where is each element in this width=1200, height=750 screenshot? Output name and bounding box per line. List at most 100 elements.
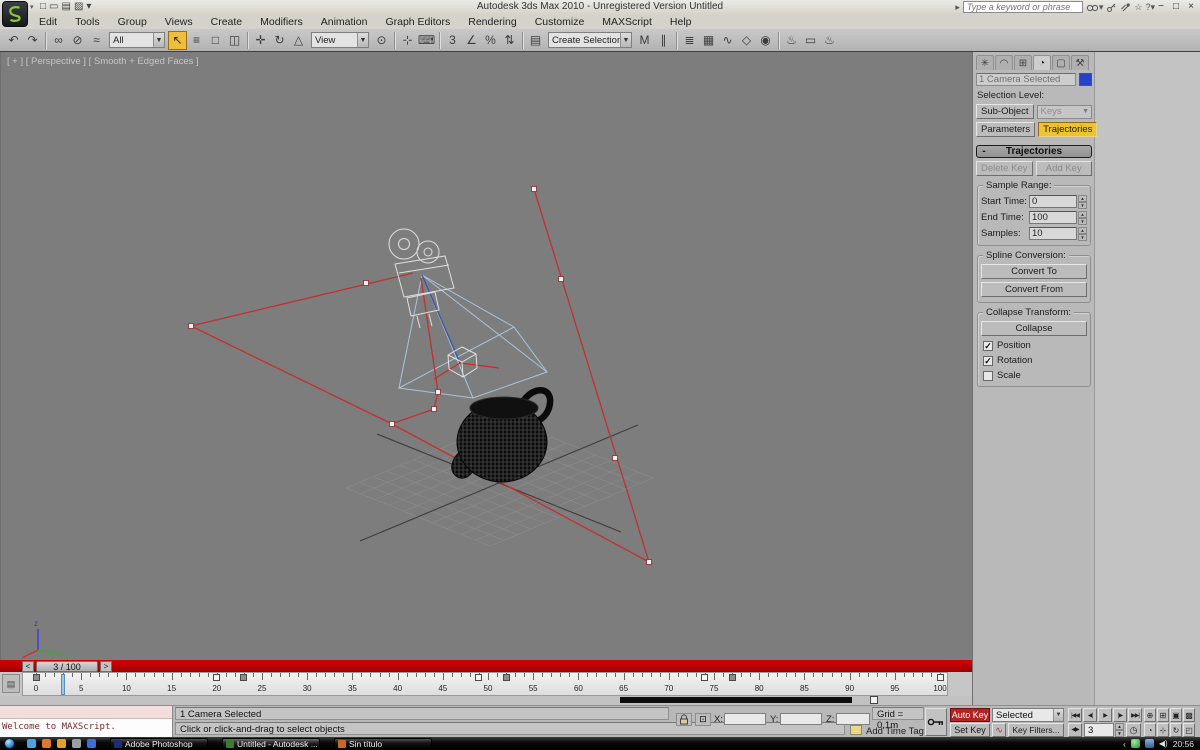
unlink-selection-button[interactable]: ⊘ bbox=[68, 31, 87, 50]
timeline-key-frame-20[interactable] bbox=[213, 674, 221, 681]
spinner-down-icon[interactable]: ▼ bbox=[1078, 202, 1087, 209]
select-by-name-button[interactable]: ≡ bbox=[187, 31, 206, 50]
zoom-extents-all-button[interactable]: ▩ bbox=[1183, 708, 1195, 722]
restore-button[interactable]: □ bbox=[1171, 1, 1181, 12]
named-selection-sets-dropdown[interactable]: Create Selection Se▼ bbox=[548, 32, 632, 48]
start-button[interactable] bbox=[4, 738, 15, 749]
timeline-key-frame-100[interactable] bbox=[936, 674, 944, 681]
selection-set-filter-dropdown[interactable]: Selected ▼ bbox=[992, 708, 1064, 722]
spinner-snap-toggle[interactable]: ⇅ bbox=[500, 31, 519, 50]
zoom-button[interactable]: ⊕ bbox=[1144, 708, 1156, 722]
messenger-icon[interactable] bbox=[87, 739, 96, 748]
sign-in-key-icon[interactable] bbox=[1106, 2, 1117, 13]
spinner-up-icon[interactable]: ▲ bbox=[1078, 211, 1087, 218]
rendered-frame-window-button[interactable]: ▭ bbox=[801, 31, 820, 50]
taskbar-task-adobe-photoshop[interactable]: Adobe Photoshop bbox=[110, 738, 208, 749]
zoom-all-button[interactable]: ⊞ bbox=[1157, 708, 1169, 722]
select-and-manipulate-button[interactable]: ⊹ bbox=[398, 31, 417, 50]
voice-icon[interactable] bbox=[72, 739, 81, 748]
angle-snap-toggle[interactable]: ∠ bbox=[462, 31, 481, 50]
time-slider-bar[interactable]: < 3 / 100 > bbox=[0, 660, 972, 672]
go-to-start-button[interactable]: |◀◀ bbox=[1068, 708, 1082, 722]
samples-spinner[interactable]: ▲ ▼ bbox=[1078, 227, 1087, 241]
teapot-mesh[interactable] bbox=[451, 387, 554, 483]
add-time-tag-button[interactable]: Add Time Tag bbox=[866, 726, 924, 737]
time-slider-prev-button[interactable]: < bbox=[22, 660, 34, 672]
timeline-key-frame-23[interactable] bbox=[240, 674, 248, 681]
spinner-up-icon[interactable]: ▲ bbox=[1078, 227, 1087, 234]
x-coordinate-field[interactable] bbox=[724, 713, 766, 725]
material-editor-button[interactable]: ◉ bbox=[756, 31, 775, 50]
taskbar-task-untitled-autodesk-[interactable]: Untitled - Autodesk ... bbox=[222, 738, 320, 749]
timeline-key-frame-49[interactable] bbox=[475, 674, 483, 681]
menu-customize[interactable]: Customize bbox=[526, 15, 594, 29]
search-input[interactable] bbox=[962, 1, 1083, 13]
maximize-viewport-toggle[interactable]: ◰ bbox=[1183, 723, 1195, 737]
communication-center-icon[interactable] bbox=[1120, 2, 1131, 13]
menu-group[interactable]: Group bbox=[109, 15, 156, 29]
timeline-key-frame-0[interactable] bbox=[32, 674, 40, 681]
camera-target-box[interactable] bbox=[447, 346, 478, 378]
selection-filter-dropdown[interactable]: All ▼ bbox=[109, 32, 165, 48]
utilities-tab[interactable]: ⚒ bbox=[1071, 55, 1089, 70]
help-icon[interactable]: ?▾ bbox=[1145, 2, 1155, 13]
menu-create[interactable]: Create bbox=[202, 15, 252, 29]
selected-keys-range-bar[interactable] bbox=[620, 697, 852, 703]
menu-help[interactable]: Help bbox=[661, 15, 701, 29]
position-checkbox[interactable]: ✓ bbox=[983, 340, 993, 351]
select-and-link-button[interactable]: ∞ bbox=[49, 31, 68, 50]
current-frame-marker[interactable] bbox=[61, 674, 66, 695]
close-button[interactable]: × bbox=[1186, 1, 1196, 12]
snaps-toggle-3d[interactable]: 3 bbox=[443, 31, 462, 50]
minimize-button[interactable]: − bbox=[1156, 1, 1166, 12]
volume-tray-icon[interactable]: ◀) bbox=[1159, 739, 1168, 748]
convert-from-button[interactable]: Convert From bbox=[981, 282, 1087, 297]
curve-editor-button[interactable]: ∿ bbox=[718, 31, 737, 50]
play-button[interactable]: ▶ bbox=[1098, 708, 1112, 722]
menu-views[interactable]: Views bbox=[156, 15, 202, 29]
taskbar-task-sin-t-tulo[interactable]: Sin título bbox=[334, 738, 432, 749]
create-tab[interactable]: ✳ bbox=[976, 55, 994, 70]
trajectories-tab-button[interactable]: Trajectories bbox=[1038, 122, 1098, 137]
network-tray-icon[interactable] bbox=[1144, 739, 1154, 748]
maxscript-macro-row[interactable] bbox=[0, 706, 172, 719]
sub-object-button[interactable]: Sub-Object bbox=[976, 104, 1034, 119]
time-slider-next-button[interactable]: > bbox=[100, 660, 112, 672]
add-key-button[interactable]: Add Key bbox=[1035, 161, 1092, 176]
maxscript-mini-listener[interactable]: Welcome to MAXScript. bbox=[0, 706, 173, 738]
rectangular-selection-region-button[interactable]: □ bbox=[206, 31, 225, 50]
menu-modifiers[interactable]: Modifiers bbox=[251, 15, 312, 29]
start-time-spinner[interactable]: ▲ ▼ bbox=[1078, 195, 1087, 209]
firefox-icon[interactable] bbox=[42, 739, 51, 748]
timeline-key-frame-77[interactable] bbox=[728, 674, 736, 681]
spinner-down-icon[interactable]: ▼ bbox=[1115, 730, 1124, 737]
keyboard-shortcut-override-toggle[interactable]: ⌨ bbox=[417, 31, 436, 50]
viewport-perspective[interactable]: [ + ] [ Perspective ] [ Smooth + Edged F… bbox=[0, 52, 972, 660]
undo-button[interactable]: ↶ bbox=[4, 31, 23, 50]
select-and-move-button[interactable]: ✛ bbox=[251, 31, 270, 50]
modify-tab[interactable]: ◠ bbox=[995, 55, 1013, 70]
display-tab[interactable]: ▢ bbox=[1052, 55, 1070, 70]
next-frame-button[interactable]: |▶ bbox=[1113, 708, 1127, 722]
convert-to-button[interactable]: Convert To bbox=[981, 264, 1087, 279]
previous-frame-button[interactable]: ◀| bbox=[1083, 708, 1097, 722]
align-button[interactable]: ∥ bbox=[654, 31, 673, 50]
parameters-tab-button[interactable]: Parameters bbox=[976, 122, 1036, 137]
motion-tab[interactable]: ◔ bbox=[1033, 55, 1051, 70]
viewport-label[interactable]: [ + ] [ Perspective ] [ Smooth + Edged F… bbox=[7, 56, 199, 67]
menu-graph-editors[interactable]: Graph Editors bbox=[376, 15, 459, 29]
app-menu-arrow-icon[interactable]: ▾ bbox=[30, 3, 34, 11]
select-object-button[interactable]: ↖ bbox=[168, 30, 187, 50]
key-filters-button[interactable]: Key Filters... bbox=[1008, 723, 1064, 737]
samples-field[interactable]: 10 bbox=[1029, 227, 1077, 240]
trajectories-rollout-header[interactable]: - Trajectories bbox=[976, 145, 1092, 158]
mirror-button[interactable]: M bbox=[635, 31, 654, 50]
render-production-button[interactable]: ♨ bbox=[820, 31, 839, 50]
selection-lock-toggle[interactable] bbox=[676, 713, 692, 726]
render-setup-button[interactable]: ♨ bbox=[782, 31, 801, 50]
default-in-out-tangents-button[interactable]: ∿ bbox=[992, 723, 1006, 737]
redo-button[interactable]: ↷ bbox=[23, 31, 42, 50]
menu-animation[interactable]: Animation bbox=[312, 15, 377, 29]
menu-maxscript[interactable]: MAXScript bbox=[593, 15, 661, 29]
object-color-swatch[interactable] bbox=[1079, 73, 1092, 86]
